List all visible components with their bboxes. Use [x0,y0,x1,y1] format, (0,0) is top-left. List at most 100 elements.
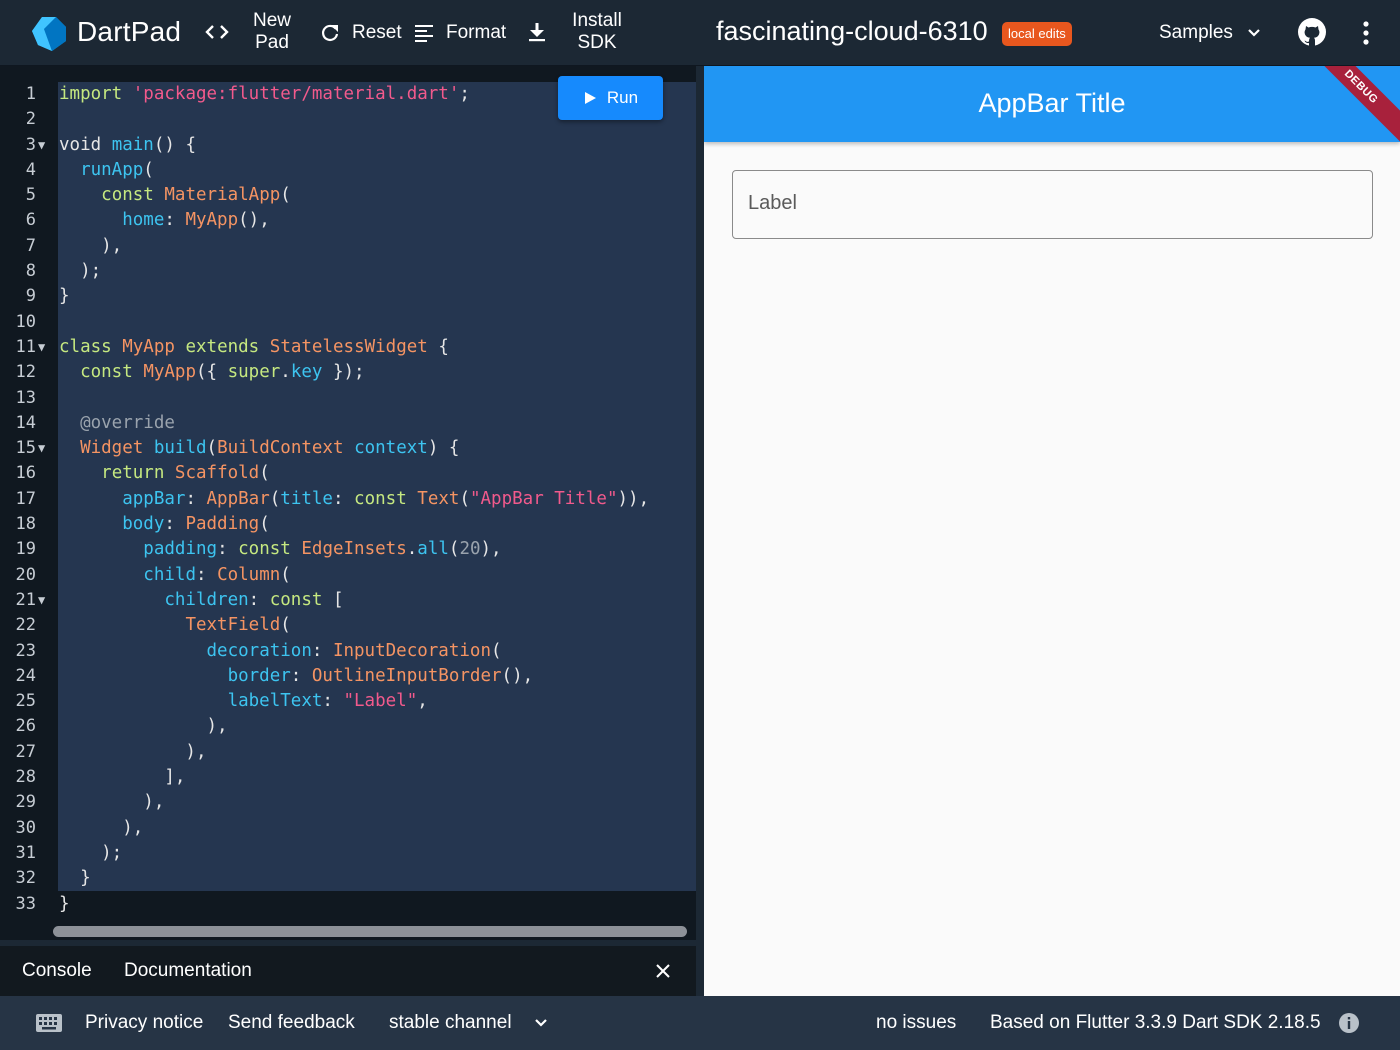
line-number: 22 [0,613,58,638]
code-line[interactable]: appBar: AppBar(title: const Text("AppBar… [59,487,649,512]
code-line[interactable]: child: Column( [59,563,649,588]
pane-splitter[interactable] [696,66,704,996]
code-line[interactable]: } [59,284,649,309]
app-preview: AppBar Title DEBUG Label [704,66,1400,996]
close-icon[interactable] [654,962,672,980]
code-line[interactable]: children: const [ [59,588,649,613]
line-number-text: 9 [25,286,36,307]
pad-title[interactable]: fascinating-cloud-6310 [716,16,988,47]
code-line[interactable]: runApp( [59,158,649,183]
line-number: 31 [0,841,58,866]
code-line[interactable]: Widget build(BuildContext context) { [59,436,649,461]
code-line[interactable]: ), [59,234,649,259]
channel-dropdown[interactable]: stable channel [389,1012,548,1034]
new-pad-label-2: Pad [255,32,289,53]
info-icon[interactable] [1338,1012,1360,1034]
code-line[interactable]: body: Padding( [59,512,649,537]
line-number: 21 ▼ [0,588,58,613]
reset-label: Reset [352,22,402,43]
embed-code-button[interactable] [205,22,229,42]
line-number-text: 26 [15,716,36,737]
code-line[interactable]: ), [59,816,649,841]
reset-button[interactable]: Reset [320,22,402,44]
line-number: 6 [0,208,58,233]
line-number-text: 19 [15,539,36,560]
tab-console[interactable]: Console [22,960,92,982]
line-number: 10 [0,310,58,335]
code-line[interactable]: decoration: InputDecoration( [59,639,649,664]
status-footer: Privacy notice Send feedback stable chan… [0,996,1400,1050]
code-editor[interactable]: 1 2 3 ▼ 4 5 6 7 8 9 10 11 ▼ 12 13 14 15 ▼ 16 17 18 19 20 21 ▼ 22 2… [0,66,696,940]
privacy-notice-link[interactable]: Privacy notice [85,1012,203,1034]
github-button[interactable] [1297,17,1327,47]
line-number: 25 [0,689,58,714]
line-number: 5 [0,183,58,208]
code-line[interactable]: void main() { [59,133,649,158]
code-line[interactable]: ); [59,841,649,866]
line-number-text: 18 [15,514,36,535]
install-sdk-button[interactable]: Install SDK [568,10,626,54]
preview-appbar: AppBar Title [704,66,1400,142]
appbar-title: AppBar Title [978,88,1126,118]
line-number-text: 6 [25,210,36,231]
line-number-text: 2 [25,109,36,130]
code-line[interactable]: const MaterialApp( [59,183,649,208]
code-icon [205,25,229,39]
horizontal-scrollbar[interactable] [53,926,687,937]
code-line[interactable]: @override [59,411,649,436]
line-number-text: 7 [25,235,36,256]
line-number-text: 24 [15,665,36,686]
new-pad-label-1: New [252,10,291,31]
line-number-text: 5 [25,185,36,206]
more-options-button[interactable] [1358,20,1374,46]
code-line[interactable]: border: OutlineInputBorder(), [59,664,649,689]
install-sdk-label-1: Install [572,10,622,31]
code-line[interactable]: ), [59,714,649,739]
new-pad-button[interactable]: New Pad [252,10,292,54]
line-number: 20 [0,563,58,588]
line-number: 26 [0,714,58,739]
line-number-text: 20 [15,564,36,585]
code-line[interactable] [59,310,649,335]
install-sdk-label-2: SDK [577,32,617,53]
code-line[interactable]: } [59,866,649,891]
line-number: 11 ▼ [0,335,58,360]
code-line[interactable]: return Scaffold( [59,461,649,486]
keyboard-icon[interactable] [35,1013,63,1033]
code-line[interactable]: } [59,892,649,917]
code-line[interactable]: home: MyApp(), [59,208,649,233]
code-line[interactable]: TextField( [59,613,649,638]
fold-arrow-icon[interactable]: ▼ [38,588,45,613]
line-number-text: 27 [15,741,36,762]
line-number-text: 17 [15,488,36,509]
code-line[interactable]: ), [59,740,649,765]
download-button[interactable] [527,22,547,42]
fold-arrow-icon[interactable]: ▼ [38,436,45,461]
code-line[interactable]: ], [59,765,649,790]
line-number-text: 8 [25,261,36,282]
code-line[interactable]: padding: const EdgeInsets.all(20), [59,537,649,562]
label-text-field[interactable]: Label [732,170,1373,239]
code-line[interactable]: class MyApp extends StatelessWidget { [59,335,649,360]
tab-documentation[interactable]: Documentation [124,960,252,982]
line-number-text: 21 [15,589,36,610]
issues-status[interactable]: no issues [876,1012,956,1034]
code-line[interactable] [59,386,649,411]
format-button[interactable]: Format [414,22,506,44]
code-content[interactable]: import 'package:flutter/material.dart'; v… [59,82,649,917]
fold-arrow-icon[interactable]: ▼ [38,133,45,158]
line-number: 14 [0,411,58,436]
run-button[interactable]: Run [558,76,663,120]
code-line[interactable]: const MyApp({ super.key }); [59,360,649,385]
samples-dropdown[interactable]: Samples [1159,22,1261,44]
fold-arrow-icon[interactable]: ▼ [38,335,45,360]
line-number: 28 [0,765,58,790]
line-number: 18 [0,512,58,537]
text-field-label: Label [748,192,797,214]
line-number: 12 [0,360,58,385]
line-number-text: 23 [15,640,36,661]
code-line[interactable]: labelText: "Label", [59,689,649,714]
code-line[interactable]: ), [59,790,649,815]
send-feedback-link[interactable]: Send feedback [228,1012,355,1034]
code-line[interactable]: ); [59,259,649,284]
